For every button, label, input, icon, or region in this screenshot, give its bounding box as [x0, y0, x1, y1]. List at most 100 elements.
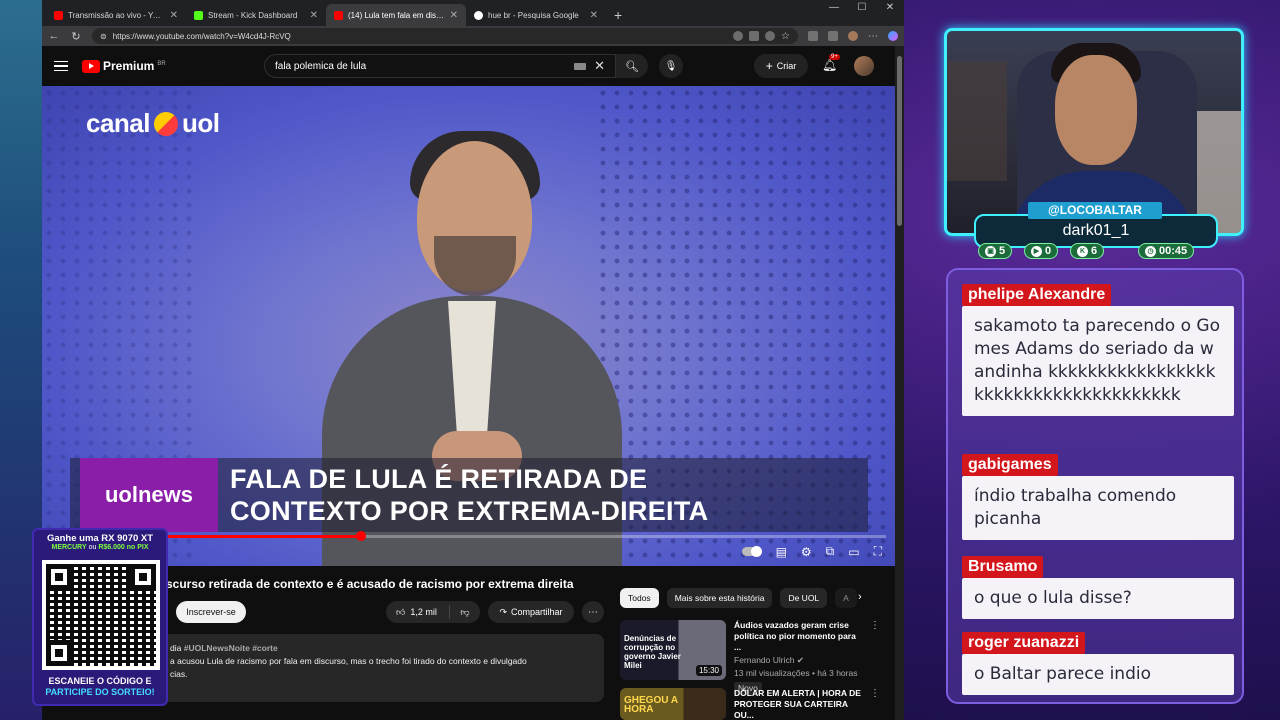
news-headline: FALA DE LULA É RETIRADA DE CONTEXTO POR … — [230, 463, 708, 527]
description-line-2: cias. — [170, 669, 188, 679]
tab-kick-dashboard[interactable]: Stream - Kick Dashboard ✕ — [186, 4, 326, 26]
list-item[interactable]: GHEGOU A HORA DÓLAR EM ALERTA | HORA DE … — [620, 688, 880, 720]
chat-message: phelipe Alexandre sakamoto ta parecendo … — [962, 284, 1234, 416]
giveaway-cta-line-2: PARTICIPE DO SORTEIO! — [45, 687, 155, 697]
kick-stat: K6 — [1070, 243, 1105, 259]
theater-mode-icon[interactable]: ▭ — [848, 545, 859, 559]
video-player[interactable]: canal uol uolnews FALA DE LULA É RETIRAD… — [42, 86, 896, 566]
duration-badge: 15:30 — [695, 665, 722, 676]
stream-chat-panel: phelipe Alexandre sakamoto ta parecendo … — [946, 268, 1244, 704]
giveaway-subtitle: MERCURY ou R$6.000 no PIX — [34, 544, 166, 551]
create-button[interactable]: + Criar — [754, 54, 808, 78]
tab-youtube-video[interactable]: (14) Lula tem fala em discurso reti ✕ — [326, 4, 466, 26]
chip-truncated[interactable]: A — [835, 588, 857, 608]
translate-icon[interactable] — [733, 31, 744, 41]
progress-scrubber-handle[interactable] — [355, 531, 366, 541]
tab-label: Stream - Kick Dashboard — [208, 10, 298, 20]
recommendation-menu-icon[interactable]: ⋮ — [870, 620, 880, 695]
tab-close-icon[interactable]: ✕ — [450, 10, 458, 21]
copilot-icon[interactable] — [888, 31, 898, 41]
extensions-icon[interactable] — [808, 31, 818, 41]
list-item[interactable]: Denúncias de corrupção no governo Javier… — [620, 620, 880, 695]
miniplayer-icon[interactable]: ⧉ — [826, 544, 835, 559]
minimize-icon[interactable]: — — [820, 2, 848, 13]
kick-favicon-icon — [194, 10, 203, 20]
reload-icon[interactable]: ↻ — [70, 30, 82, 43]
recommendation-menu-icon[interactable]: ⋮ — [870, 688, 880, 720]
headline-line-1: FALA DE LULA É RETIRADA DE — [230, 464, 648, 494]
page-scrollbar[interactable] — [895, 46, 904, 720]
chat-message: Brusamo o que o lula disse? — [962, 556, 1234, 619]
fullscreen-icon[interactable]: ⛶ — [874, 544, 882, 559]
streamer-handle: @LOCOBALTAR — [1028, 202, 1162, 219]
chat-text: o Baltar parece indio — [962, 654, 1234, 695]
zoom-icon[interactable] — [765, 31, 776, 41]
chat-username: roger zuanazzi — [962, 632, 1086, 654]
split-screen-icon[interactable] — [828, 31, 838, 41]
youtube-logo[interactable]: Premium BR — [82, 59, 166, 73]
close-window-icon[interactable]: ✕ — [876, 2, 904, 13]
recommendation-thumbnail[interactable]: Denúncias de corrupção no governo Javier… — [620, 620, 726, 680]
bookmark-star-icon[interactable]: ☆ — [781, 31, 790, 42]
uol-logo-circle-icon — [154, 111, 178, 136]
recommendation-title[interactable]: Áudios vazados geram crise política no p… — [734, 620, 862, 653]
giveaway-cta: ESCANEIE O CÓDIGO E PARTICIPE DO SORTEIO… — [34, 676, 166, 698]
recommendation-info: Áudios vazados geram crise política no p… — [734, 620, 862, 695]
chip-mais-sobre[interactable]: Mais sobre esta história — [666, 588, 773, 608]
autoplay-toggle[interactable] — [741, 546, 762, 557]
clear-search-icon[interactable]: ✕ — [594, 58, 605, 74]
profile-avatar-icon[interactable] — [848, 31, 858, 41]
stream-stats: ▣ 5 ▶ 0 K6 ◷ 00:45 — [978, 243, 1218, 259]
description-tags[interactable]: #UOLNewsNoite #corte — [184, 643, 278, 653]
apps-icon[interactable] — [749, 31, 760, 41]
tab-bar: Transmissão ao vivo - YouTube Stu ✕ Stre… — [42, 0, 904, 26]
more-actions-button[interactable]: ⋯ — [582, 601, 604, 623]
url-field[interactable]: ⊜ https://www.youtube.com/watch?v=W4cd4J… — [92, 28, 798, 44]
account-avatar[interactable] — [854, 56, 874, 76]
youtube-region: BR — [157, 61, 166, 67]
maximize-icon[interactable]: ☐ — [848, 2, 876, 13]
recommendation-thumbnail[interactable]: GHEGOU A HORA — [620, 688, 726, 720]
youtube-favicon-icon — [334, 10, 343, 20]
back-arrow-icon[interactable]: ← — [48, 30, 60, 42]
chip-todos[interactable]: Todos — [620, 588, 659, 608]
voice-search-button[interactable]: 🎙︎ — [659, 54, 683, 78]
search-input[interactable]: fala polemica de lula ✕ — [264, 54, 616, 78]
new-tab-button[interactable]: + — [606, 4, 630, 26]
search-button[interactable]: 🔍︎ — [616, 54, 648, 78]
youtube-stat: ▶ 0 — [1024, 243, 1059, 259]
like-button[interactable]: 👍︎ 1,2 mil — [386, 605, 450, 619]
chip-de-uol[interactable]: De UOL — [780, 588, 828, 608]
create-label: Criar — [776, 61, 797, 71]
url-text: https://www.youtube.com/watch?v=W4cd4J-R… — [112, 31, 291, 41]
tab-label: (14) Lula tem fala em discurso reti — [348, 10, 445, 20]
recommendation-info: DÓLAR EM ALERTA | HORA DE PROTEGER SUA C… — [734, 688, 862, 720]
video-progress-bar[interactable] — [52, 531, 886, 541]
subtitles-icon[interactable]: ▤ — [776, 545, 787, 559]
recommendation-channel[interactable]: Fernando Ulrich ✔ — [734, 655, 862, 666]
tab-close-icon[interactable]: ✕ — [310, 10, 318, 21]
description-date: dia — [170, 643, 182, 653]
hamburger-menu-icon[interactable] — [54, 60, 68, 72]
dislike-button[interactable]: 👎︎ — [450, 607, 480, 618]
keyboard-icon[interactable] — [574, 62, 587, 70]
recommendation-title[interactable]: DÓLAR EM ALERTA | HORA DE PROTEGER SUA C… — [734, 688, 862, 720]
share-button[interactable]: ↷ Compartilhar — [488, 601, 574, 623]
tab-close-icon[interactable]: ✕ — [170, 10, 178, 21]
site-info-icon[interactable]: ⊜ — [100, 32, 107, 41]
tab-google-search[interactable]: hue br - Pesquisa Google ✕ — [466, 4, 606, 26]
search-query-text: fala polemica de lula — [275, 60, 367, 72]
tab-close-icon[interactable]: ✕ — [590, 10, 598, 21]
related-chips: Todos Mais sobre esta história De UOL A — [620, 588, 857, 608]
video-description[interactable]: dia #UOLNewsNoite #corte a acusou Lula d… — [152, 634, 604, 702]
subscribe-button[interactable]: Inscrever-se — [176, 601, 246, 623]
settings-gear-icon[interactable]: ⚙ — [801, 545, 812, 559]
watch-page-details: scurso retirada de contexto e é acusado … — [42, 566, 896, 720]
more-dots-icon: ⋯ — [588, 606, 598, 618]
more-menu-icon[interactable]: ⋯ — [868, 31, 878, 42]
canal-uol-logo: canal uol — [86, 108, 220, 139]
youtube-header: Premium BR fala polemica de lula ✕ 🔍︎ 🎙︎… — [42, 46, 904, 86]
tab-youtube-studio[interactable]: Transmissão ao vivo - YouTube Stu ✕ — [46, 4, 186, 26]
notifications-bell-icon[interactable]: 🔔︎ — [822, 58, 837, 72]
chips-next-chevron-icon[interactable]: › — [858, 591, 862, 603]
